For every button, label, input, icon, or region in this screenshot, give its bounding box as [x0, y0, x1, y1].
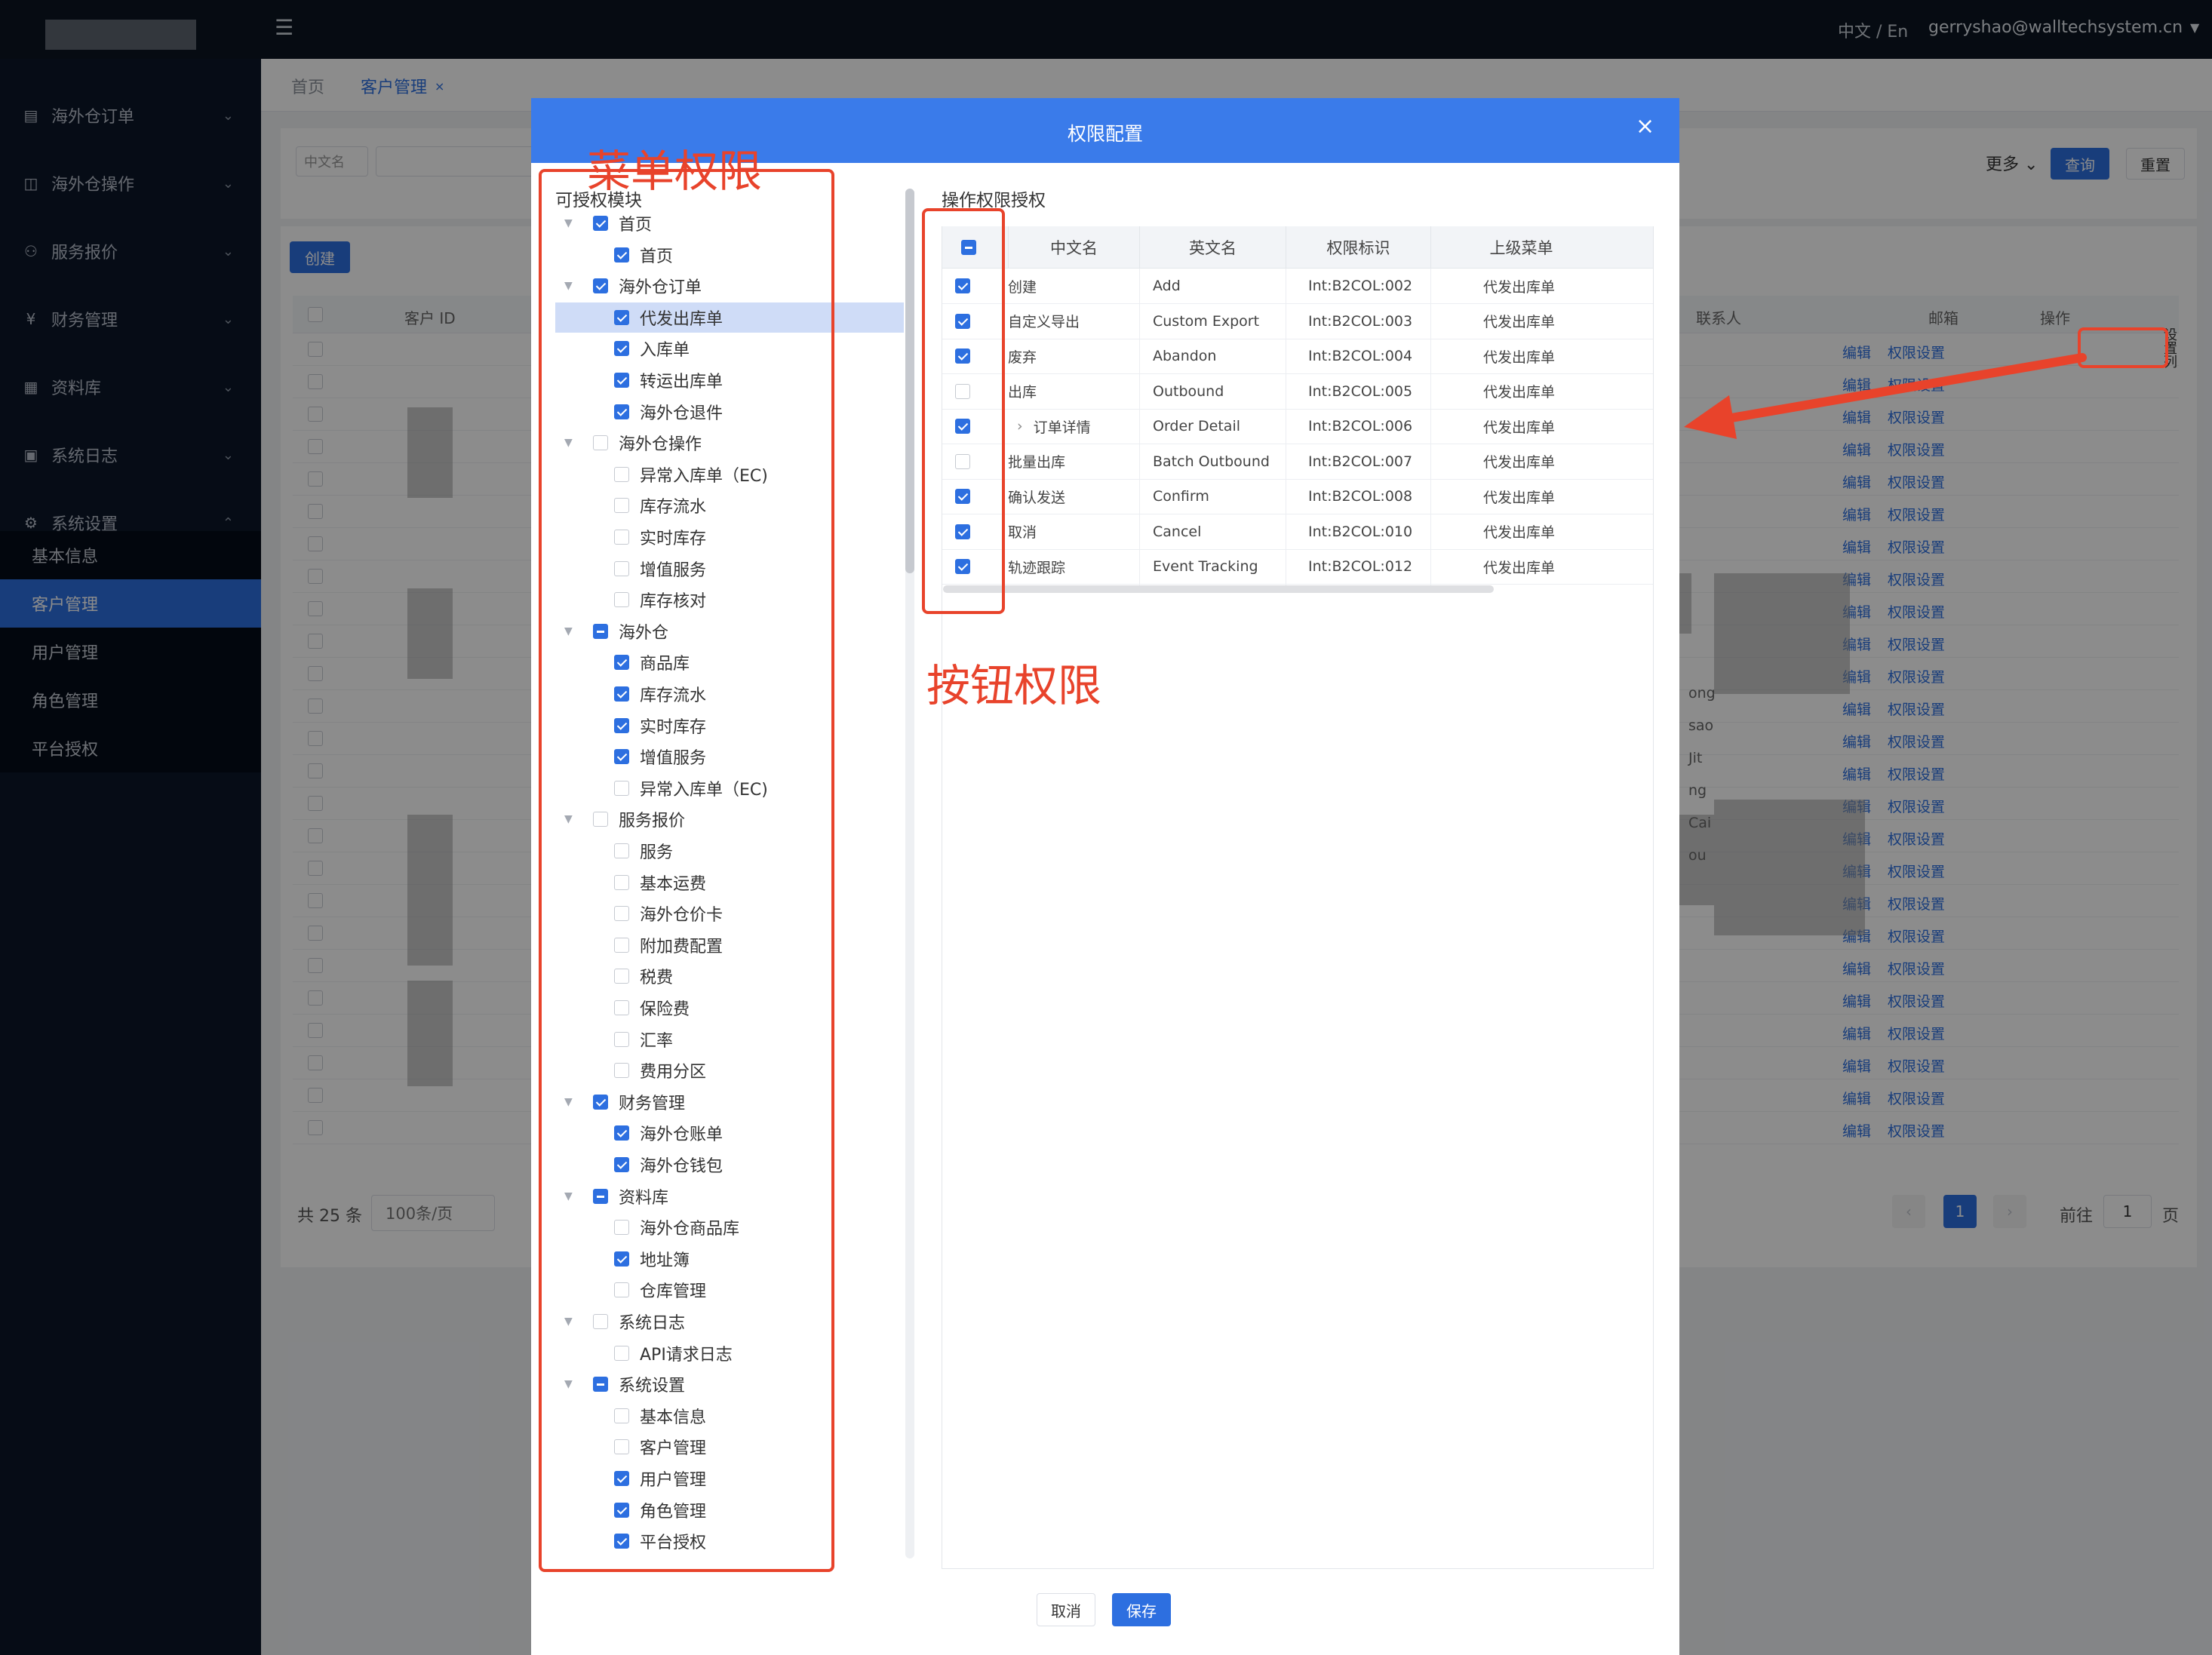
col-divider: [1430, 269, 1431, 585]
ops-hscrollbar[interactable]: [943, 585, 1494, 593]
save-button[interactable]: 保存: [1112, 1593, 1171, 1626]
ops-col-header: 英文名: [1139, 226, 1286, 269]
ops-cell-parent: 代发出库单: [1483, 278, 1556, 296]
ops-cell-parent: 代发出库单: [1483, 419, 1556, 436]
ops-cell-cn: 创建: [1008, 269, 1037, 303]
ops-cell-cn: 自定义导出: [1008, 304, 1080, 339]
ops-cell-en: Custom Export: [1153, 312, 1260, 330]
ops-cell-parent: 代发出库单: [1483, 559, 1556, 576]
annotation-arrow: [1684, 353, 2087, 439]
ops-cell-code: Int:B2COL:007: [1308, 453, 1413, 470]
ops-cell-parent: 代发出库单: [1483, 524, 1556, 541]
ops-cn-text: 轨迹跟踪: [1008, 559, 1066, 576]
ops-cell-en: Outbound: [1153, 382, 1224, 400]
ops-cell-code: Int:B2COL:010: [1308, 523, 1413, 540]
ops-cell-cn: 确认发送: [1008, 479, 1065, 514]
cancel-button[interactable]: 取消: [1037, 1593, 1095, 1626]
ops-cell-parent: 代发出库单: [1483, 384, 1556, 401]
ops-col-header: 中文名: [1008, 226, 1139, 269]
ops-cell-parent: 代发出库单: [1483, 454, 1556, 471]
ops-col-header: 上级菜单: [1430, 226, 1611, 269]
ops-cell-cn: 轨迹跟踪: [1008, 549, 1065, 584]
menu-perm-highlight: [539, 169, 834, 1572]
ops-cn-text: 废弃: [1008, 349, 1037, 366]
ops-cell-parent: 代发出库单: [1483, 314, 1556, 330]
ops-col-header: 权限标识: [1286, 226, 1430, 269]
ops-cell-en: Cancel: [1153, 523, 1202, 540]
row-divider: [942, 584, 1653, 585]
button-perm-label: 按钮权限: [926, 660, 1102, 711]
ops-cn-text: 自定义导出: [1008, 314, 1080, 330]
ops-cell-code: Int:B2COL:008: [1308, 488, 1413, 505]
button-perm-highlight: [922, 208, 1005, 614]
ops-cell-code: Int:B2COL:003: [1308, 312, 1413, 330]
menu-perm-label: 菜单权限: [587, 146, 763, 197]
col-divider: [1139, 269, 1140, 585]
ops-cn-text: 确认发送: [1008, 489, 1066, 506]
ops-cn-text: 订单详情: [1033, 419, 1091, 436]
ops-cell-en: Abandon: [1153, 348, 1217, 364]
ops-cell-cn: › 订单详情: [1017, 409, 1091, 444]
ops-cell-code: Int:B2COL:005: [1308, 382, 1413, 400]
ops-cell-en: Batch Outbound: [1153, 453, 1270, 470]
ops-cell-parent: 代发出库单: [1483, 489, 1556, 506]
ops-cell-code: Int:B2COL:004: [1308, 348, 1413, 364]
expand-row-icon[interactable]: ›: [1017, 418, 1023, 434]
ops-cell-cn: 批量出库: [1008, 444, 1065, 479]
ops-cell-parent: 代发出库单: [1483, 349, 1556, 366]
ops-cell-cn: 取消: [1008, 514, 1037, 549]
ops-cn-text: 出库: [1008, 384, 1037, 401]
ops-cell-en: Event Tracking: [1153, 558, 1258, 575]
ops-cell-en: Order Detail: [1153, 418, 1241, 434]
ops-cell-en: Confirm: [1153, 488, 1209, 505]
ops-cell-cn: 出库: [1008, 374, 1037, 409]
ops-cell-cn: 废弃: [1008, 339, 1037, 373]
ops-cell-code: Int:B2COL:012: [1308, 558, 1413, 575]
ops-table: 中文名 英文名 权限标识 上级菜单 创建 Add Int:B2COL:002 代发出库单 自定义…: [0, 0, 2212, 1655]
ops-cn-text: 创建: [1008, 278, 1037, 296]
ops-cn-text: 批量出库: [1008, 454, 1066, 471]
ops-cell-en: Add: [1153, 278, 1181, 294]
ops-cell-code: Int:B2COL:002: [1308, 278, 1413, 294]
ops-cell-code: Int:B2COL:006: [1308, 418, 1413, 434]
ops-cn-text: 取消: [1008, 524, 1037, 541]
